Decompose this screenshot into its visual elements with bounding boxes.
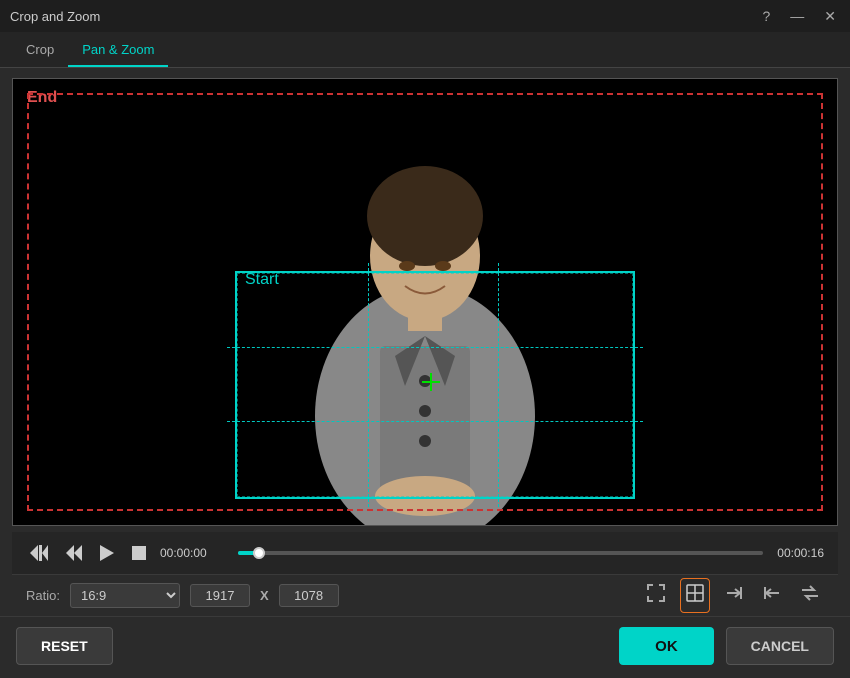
width-input[interactable] — [190, 584, 250, 607]
total-time: 00:00:16 — [777, 546, 824, 560]
button-bar: RESET OK CANCEL — [0, 616, 850, 675]
coord-separator: X — [260, 588, 269, 603]
titlebar: Crop and Zoom ? — ✕ — [0, 0, 850, 32]
minimize-button[interactable]: — — [786, 6, 808, 26]
ratio-label: Ratio: — [26, 588, 60, 603]
ratio-bar: Ratio: 16:9 4:3 1:1 Custom X — [12, 574, 838, 616]
fit-icon-button[interactable] — [642, 579, 670, 612]
cancel-button[interactable]: CANCEL — [726, 627, 834, 665]
titlebar-controls: ? — ✕ — [758, 6, 840, 27]
tab-pan-zoom[interactable]: Pan & Zoom — [68, 34, 168, 67]
current-time: 00:00:00 — [160, 546, 224, 560]
progress-bar[interactable] — [238, 551, 763, 555]
swap-button[interactable] — [796, 579, 824, 612]
frame-back-button[interactable] — [62, 543, 86, 563]
tab-crop[interactable]: Crop — [12, 34, 68, 67]
align-left-button[interactable] — [758, 579, 786, 612]
close-button[interactable]: ✕ — [820, 6, 840, 27]
progress-thumb[interactable] — [253, 547, 265, 559]
ratio-select[interactable]: 16:9 4:3 1:1 Custom — [70, 583, 180, 608]
playback-controls: 00:00:00 00:00:16 — [12, 532, 838, 574]
tabbar: Crop Pan & Zoom — [0, 32, 850, 68]
step-back-button[interactable] — [26, 543, 52, 563]
reset-button[interactable]: RESET — [16, 627, 113, 665]
ok-button[interactable]: OK — [619, 627, 714, 665]
end-label: End — [27, 89, 57, 107]
confirm-buttons: OK CANCEL — [619, 627, 834, 665]
window-title: Crop and Zoom — [10, 9, 100, 24]
align-right-button[interactable] — [720, 579, 748, 612]
stop-button[interactable] — [128, 544, 150, 562]
play-button[interactable] — [96, 543, 118, 563]
center-crop-button[interactable] — [680, 578, 710, 613]
video-area: End Start — [12, 78, 838, 526]
video-person — [280, 126, 570, 526]
height-input[interactable] — [279, 584, 339, 607]
crosshair — [422, 373, 440, 391]
help-button[interactable]: ? — [758, 6, 774, 26]
